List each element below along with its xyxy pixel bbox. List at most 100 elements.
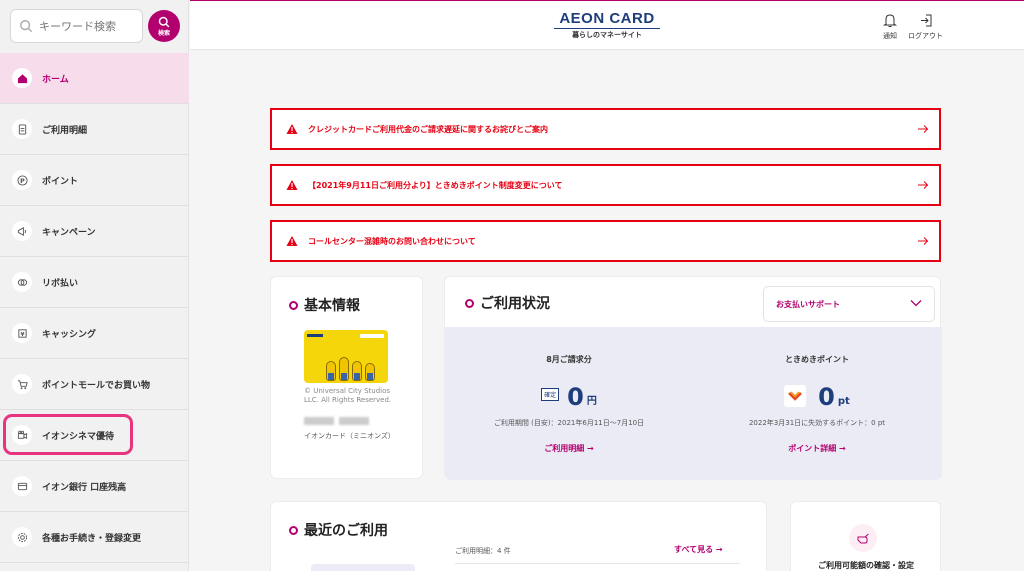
billing-unit: 円	[586, 396, 597, 407]
billing-period: ご利用期間 (目安)：2021年6月11日〜7月10日	[493, 419, 645, 427]
masked-card-number	[339, 417, 369, 425]
sidebar-item-points[interactable]: P ポイント	[0, 155, 189, 206]
usage-status-card: ご利用状況 お支払いサポート 8月ご請求分 確定 0 円 ご利用期間 (目安)：…	[444, 276, 942, 480]
recent-heading: 最近のご利用	[289, 520, 388, 540]
notification-label: 通知	[883, 32, 897, 40]
notice-banner[interactable]: コールセンター混雑時のお問い合わせについて	[270, 220, 941, 262]
svg-text:P: P	[20, 176, 25, 184]
see-all-link[interactable]: すべて見る →	[674, 544, 723, 555]
search-bar: 検索	[10, 9, 180, 45]
recent-usage-card: 最近のご利用 ご利用明細：4 件 すべて見る →	[270, 501, 767, 571]
svg-text:¥: ¥	[20, 331, 24, 337]
credit-limit-card[interactable]: ご利用可能額の確認・設定	[790, 501, 941, 571]
billing-title: 8月ご請求分	[546, 355, 592, 364]
arrow-right-icon	[918, 125, 929, 133]
search-input[interactable]	[39, 19, 139, 33]
brand-divider	[554, 28, 660, 29]
points-amount: 0	[818, 383, 835, 411]
points-title: ときめきポイント	[785, 355, 849, 364]
billing-column: 8月ご請求分 確定 0 円 ご利用期間 (目安)：2021年6月11日〜7月10…	[445, 327, 693, 480]
sidebar-item-cinema[interactable]: イオンシネマ優待	[0, 410, 189, 461]
sidebar-item-cashing[interactable]: ¥ キャッシング	[0, 308, 189, 359]
arrow-right-icon	[918, 181, 929, 189]
sidebar-item-point-mall[interactable]: ポイントモールでお買い物	[0, 359, 189, 410]
usage-summary: 8月ご請求分 確定 0 円 ご利用期間 (目安)：2021年6月11日〜7月10…	[445, 327, 942, 480]
basic-info-title: 基本情報	[304, 298, 360, 314]
sidebar-item-campaign[interactable]: キャンペーン	[0, 206, 189, 257]
sidebar-item-label: リボ払い	[42, 278, 79, 289]
logout-icon	[920, 14, 931, 27]
search-icon	[20, 20, 33, 33]
home-icon	[12, 68, 32, 88]
points-column: ときめきポイント 0 pt 2022年3月31日に失効するポイント：0 pt ポ…	[693, 327, 941, 480]
masked-card-number	[304, 417, 334, 425]
sidebar-nav: ホーム ご利用明細 P ポイント キャンペーン リボ払い ¥ キャッシング ポイ…	[0, 53, 189, 563]
search-button[interactable]: 検索	[148, 10, 180, 42]
payment-support-dropdown[interactable]: お支払いサポート	[763, 286, 935, 322]
notice-text: コールセンター混雑時のお問い合わせについて	[308, 236, 476, 246]
bank-icon	[12, 476, 32, 496]
sidebar-item-revolving[interactable]: リボ払い	[0, 257, 189, 308]
bell-icon	[883, 14, 897, 27]
usage-heading: ご利用状況	[465, 293, 550, 313]
hand-pointer-icon	[849, 524, 877, 552]
megaphone-icon	[12, 221, 32, 241]
notice-text: 【2021年9月11日ご利用分より】ときめきポイント制度変更について	[308, 180, 563, 190]
arrow-right-icon	[918, 237, 929, 245]
points-detail-link[interactable]: ポイント詳細 →	[693, 443, 941, 454]
sidebar-item-label: ポイント	[42, 176, 79, 187]
cart-icon	[12, 374, 32, 394]
sidebar-item-statement[interactable]: ご利用明細	[0, 104, 189, 155]
statement-link[interactable]: ご利用明細 →	[445, 443, 693, 454]
sidebar-item-home[interactable]: ホーム	[0, 53, 189, 104]
notice-banner[interactable]: クレジットカードご利用代金のご請求遅延に関するお詫びとご案内	[270, 108, 941, 150]
notice-text: クレジットカードご利用代金のご請求遅延に関するお詫びとご案内	[308, 124, 548, 134]
warning-icon	[286, 180, 298, 190]
recent-tab[interactable]	[311, 564, 415, 571]
usage-title: ご利用状況	[480, 296, 550, 312]
document-icon	[12, 119, 32, 139]
logout-button[interactable]: ログアウト	[908, 13, 943, 41]
sidebar-item-label: イオン銀行 口座残高	[42, 482, 127, 493]
brand-tagline: 暮らしのマネーサイト	[572, 31, 642, 39]
highlight-outline	[3, 414, 133, 455]
chevron-down-icon	[910, 300, 922, 307]
copyright-text: © Universal City Studios LLC. All Rights…	[304, 387, 392, 404]
top-header: AEON CARD 暮らしのマネーサイト 通知 ログアウト	[190, 0, 1024, 50]
tokimeki-point-icon	[784, 385, 807, 407]
divider	[455, 563, 740, 564]
recent-count: ご利用明細：4 件	[455, 547, 511, 555]
brand-name: AEON CARD	[559, 10, 655, 27]
limit-label: ご利用可能額の確認・設定	[818, 561, 914, 570]
sidebar-item-bank[interactable]: イオン銀行 口座残高	[0, 461, 189, 512]
sidebar-item-settings[interactable]: 各種お手続き・登録変更	[0, 512, 189, 563]
notification-button[interactable]: 通知	[883, 13, 897, 41]
points-unit: pt	[837, 396, 850, 407]
brand-logo[interactable]: AEON CARD 暮らしのマネーサイト	[550, 10, 664, 40]
sidebar-item-label: ご利用明細	[42, 125, 88, 136]
card-name: イオンカード（ミニオンズ）	[304, 432, 395, 440]
sidebar: 検索 ホーム ご利用明細 P ポイント キャンペーン リボ払い ¥ キャッシング	[0, 0, 189, 571]
search-field[interactable]	[10, 9, 143, 43]
warning-icon	[286, 236, 298, 246]
settings-icon	[12, 527, 32, 547]
revolving-icon	[12, 272, 32, 292]
cash-icon: ¥	[12, 323, 32, 343]
ring-icon	[465, 298, 474, 308]
sidebar-item-label: キャッシング	[42, 329, 97, 340]
basic-info-card: 基本情報 © Universal City Studios LLC. All R…	[270, 276, 423, 479]
notice-banner[interactable]: 【2021年9月11日ご利用分より】ときめきポイント制度変更について	[270, 164, 941, 206]
credit-card-image[interactable]	[304, 330, 388, 383]
sidebar-item-label: キャンペーン	[42, 227, 96, 238]
points-expiry: 2022年3月31日に失効するポイント：0 pt	[748, 419, 886, 427]
dropdown-label: お支払いサポート	[776, 299, 840, 309]
warning-icon	[286, 124, 298, 134]
logout-label: ログアウト	[908, 32, 943, 40]
status-badge: 確定	[541, 388, 560, 401]
search-button-label: 検索	[157, 29, 170, 37]
sidebar-item-label: ホーム	[42, 74, 69, 85]
billing-amount-row: 確定 0 円	[445, 385, 693, 409]
search-icon	[158, 16, 170, 27]
ring-icon	[289, 300, 298, 310]
sidebar-item-label: 各種お手続き・登録変更	[42, 533, 142, 544]
